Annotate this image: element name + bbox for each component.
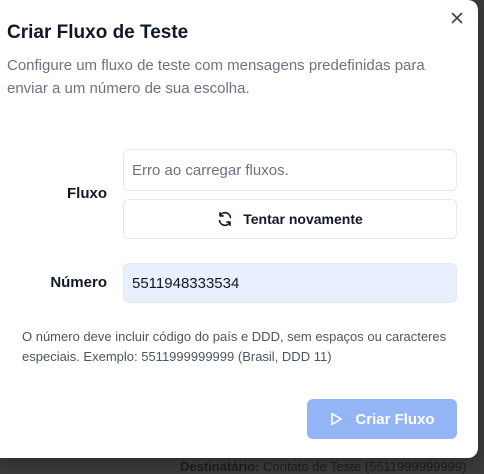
phone-number-field[interactable]	[123, 263, 457, 303]
dialog-title: Criar Fluxo de Teste	[7, 22, 189, 43]
retry-button[interactable]: Tentar novamente	[123, 199, 457, 239]
backdrop-recipient-label: Destinatário:	[180, 459, 260, 474]
fluxo-field[interactable]	[123, 149, 457, 191]
backdrop-recipient-value: Contato de Teste (5511999999999)	[263, 459, 467, 474]
create-flow-dialog: Criar Fluxo de Teste Configure um fluxo …	[0, 0, 478, 458]
dialog-description: Configure um fluxo de teste com mensagen…	[7, 57, 425, 97]
create-flow-button[interactable]: Criar Fluxo	[307, 399, 457, 439]
backdrop-recipient: Destinatário: Contato de Teste (55119999…	[180, 459, 466, 474]
retry-button-label: Tentar novamente	[243, 211, 363, 227]
create-flow-button-label: Criar Fluxo	[355, 410, 435, 428]
refresh-icon	[217, 211, 233, 227]
close-icon	[451, 12, 463, 24]
play-icon	[329, 412, 343, 426]
numero-label: Número	[50, 274, 107, 291]
phone-hint: O número deve incluir código do país e D…	[22, 329, 447, 364]
close-button[interactable]	[447, 8, 467, 28]
fluxo-label: Fluxo	[67, 185, 107, 202]
